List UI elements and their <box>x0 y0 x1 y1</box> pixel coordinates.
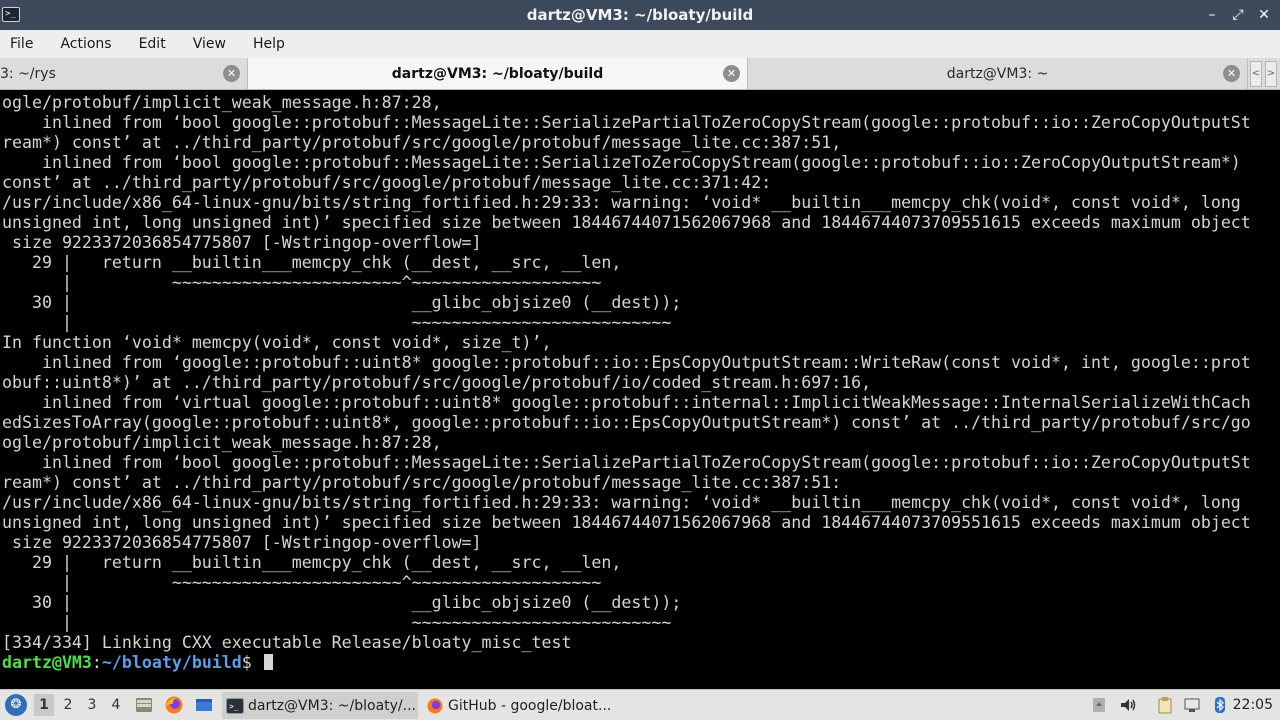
terminal-icon[interactable]: >_ <box>2 7 20 22</box>
terminal-line: inlined from ‘virtual google::protobuf::… <box>2 393 1251 412</box>
terminal-line: /usr/include/x86_64-linux-gnu/bits/strin… <box>2 493 1241 512</box>
bluetooth-icon[interactable] <box>1211 696 1229 714</box>
terminal-line: inlined from ‘bool google::protobuf::Mes… <box>2 153 1241 172</box>
terminal-icon: >_ <box>226 697 244 714</box>
clipboard-icon[interactable] <box>1156 696 1174 714</box>
terminal-line: | ~~~~~~~~~~~~~~~~~~~~~~~~~~ <box>2 313 672 332</box>
window-title: dartz@VM3: ~/bloaty/build <box>526 6 754 24</box>
terminal-line: 30 | __glibc_objsize0 (__dest)); <box>2 293 682 312</box>
terminal-line: /usr/include/x86_64-linux-gnu/bits/strin… <box>2 193 1241 212</box>
terminal-line: inlined from ‘google::protobuf::uint8* g… <box>2 353 1251 372</box>
prompt-separator: : <box>91 653 102 672</box>
firefox-icon <box>427 698 443 713</box>
task-firefox[interactable]: GitHub - google/bloat... <box>422 692 618 719</box>
close-tab-icon[interactable]: ✕ <box>723 65 740 82</box>
menu-view[interactable]: View <box>193 36 226 52</box>
task-terminal[interactable]: >_ dartz@VM3: ~/bloaty/... <box>222 692 418 719</box>
terminal-line: unsigned int, long unsigned int)’ specif… <box>2 513 1251 532</box>
tab-home[interactable]: dartz@VM3: ~ ✕ <box>748 58 1248 89</box>
volume-icon[interactable] <box>1119 696 1137 714</box>
menu-file[interactable]: File <box>10 36 33 52</box>
desktop-3[interactable]: 3 <box>82 694 102 716</box>
terminal-line: size 9223372036854775807 [-Wstringop-ove… <box>2 233 482 252</box>
lxqt-start-icon[interactable]: ❂ <box>5 694 27 716</box>
menu-bar: File Actions Edit View Help <box>0 30 1280 58</box>
terminal-line: size 9223372036854775807 [-Wstringop-ove… <box>2 533 482 552</box>
taskbar: ❂ 1 2 3 4 >_ dartz@VM3: ~/bloaty/... Git… <box>0 689 1280 720</box>
terminal-line: ream*) const’ at ../third_party/protobuf… <box>2 133 842 152</box>
minimize-button[interactable]: – <box>1206 7 1218 23</box>
firefox-icon[interactable] <box>164 695 184 715</box>
terminal-line: In function ‘void* memcpy(void*, const v… <box>2 333 552 352</box>
terminal-line: obuf::uint8*)’ at ../third_party/protobu… <box>2 373 872 392</box>
text-cursor <box>263 654 273 670</box>
desktop-2[interactable]: 2 <box>58 694 78 716</box>
terminal-line: | ~~~~~~~~~~~~~~~~~~~~~~~~~~ <box>2 613 672 632</box>
window-titlebar[interactable]: >_ dartz@VM3: ~/bloaty/build – ⤢ ✕ <box>0 0 1280 30</box>
close-tab-icon[interactable]: ✕ <box>223 65 240 82</box>
tab-label: dartz@VM3: ~/bloaty/build <box>391 65 604 82</box>
terminal-line: 30 | __glibc_objsize0 (__dest)); <box>2 593 682 612</box>
shell-prompt[interactable]: dartz@VM3:~/bloaty/build$ <box>2 653 1280 673</box>
file-manager-icon[interactable] <box>134 695 154 715</box>
tab-scroll-left-icon[interactable]: < <box>1250 61 1262 87</box>
menu-actions[interactable]: Actions <box>60 36 111 52</box>
show-desktop-icon[interactable] <box>194 695 214 715</box>
close-tab-icon[interactable]: ✕ <box>1223 65 1240 82</box>
tab-label: 3: ~/rys <box>0 65 56 82</box>
task-label: dartz@VM3: ~/bloaty/... <box>248 697 416 714</box>
svg-text:>_: >_ <box>229 702 239 711</box>
tab-scroll-right-icon[interactable]: > <box>1265 61 1277 87</box>
terminal-line: ogle/protobuf/implicit_weak_message.h:87… <box>2 433 442 452</box>
terminal-line: | ~~~~~~~~~~~~~~~~~~~~~~~^~~~~~~~~~~~~~~… <box>2 273 602 292</box>
desktop-1[interactable]: 1 <box>34 694 54 716</box>
terminal-line: 29 | return __builtin___memcpy_chk (__de… <box>2 553 622 572</box>
terminal-line: 29 | return __builtin___memcpy_chk (__de… <box>2 253 622 272</box>
terminal-output[interactable]: ogle/protobuf/implicit_weak_message.h:87… <box>0 91 1280 689</box>
window-controls: – ⤢ ✕ <box>1206 0 1270 30</box>
terminal-line: | ~~~~~~~~~~~~~~~~~~~~~~~^~~~~~~~~~~~~~~… <box>2 573 602 592</box>
terminal-line: const’ at ../third_party/protobuf/src/go… <box>2 173 772 192</box>
task-label: GitHub - google/bloat... <box>448 697 612 714</box>
tab-label: dartz@VM3: ~ <box>946 65 1049 82</box>
menu-help[interactable]: Help <box>253 36 285 52</box>
tab-rys[interactable]: 3: ~/rys ✕ <box>0 58 248 89</box>
terminal-line: inlined from ‘bool google::protobuf::Mes… <box>2 113 1251 132</box>
prompt-symbol: $ <box>241 653 262 672</box>
terminal-line: ream*) const’ at ../third_party/protobuf… <box>2 473 842 492</box>
desktop-4[interactable]: 4 <box>106 694 126 716</box>
clock[interactable]: 22:05 <box>1233 690 1273 720</box>
terminal-line: edSizesToArray(google::protobuf::uint8*,… <box>2 413 1251 432</box>
storage-icon[interactable] <box>1090 696 1108 714</box>
close-button[interactable]: ✕ <box>1258 7 1270 23</box>
terminal-line: [334/334] Linking CXX executable Release… <box>2 633 572 652</box>
prompt-user: dartz@VM3 <box>2 653 92 672</box>
menu-edit[interactable]: Edit <box>139 36 166 52</box>
maximize-button[interactable]: ⤢ <box>1232 7 1244 23</box>
tab-bar: 3: ~/rys ✕ dartz@VM3: ~/bloaty/build ✕ d… <box>0 58 1280 90</box>
terminal-line: inlined from ‘bool google::protobuf::Mes… <box>2 453 1251 472</box>
tab-bloaty-build[interactable]: dartz@VM3: ~/bloaty/build ✕ <box>248 58 748 89</box>
terminal-line: ogle/protobuf/implicit_weak_message.h:87… <box>2 93 442 112</box>
terminal-line: unsigned int, long unsigned int)’ specif… <box>2 213 1251 232</box>
prompt-path: ~/bloaty/build <box>101 653 242 672</box>
network-icon[interactable] <box>1183 696 1201 714</box>
